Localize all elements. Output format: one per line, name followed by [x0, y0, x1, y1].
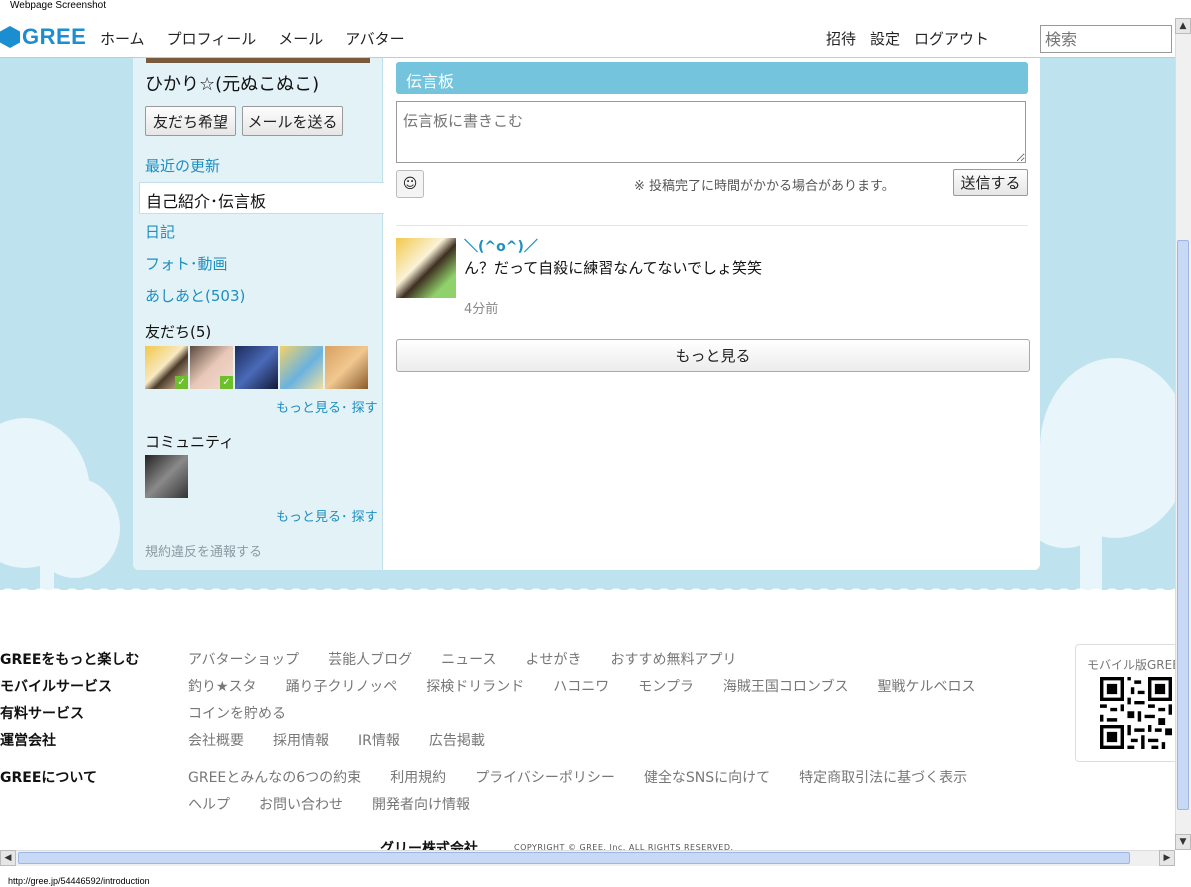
sidebar-item-label: 自己紹介･伝言板 [146, 192, 267, 211]
horizontal-scroll-thumb[interactable] [18, 852, 1130, 864]
board-message-input[interactable] [396, 101, 1026, 163]
qr-title: モバイル版GREE [1087, 658, 1180, 672]
footer-link[interactable]: お問い合わせ [259, 794, 343, 814]
nav-mail[interactable]: メール [278, 28, 323, 49]
footer-link[interactable]: 聖戦ケルベロス [877, 676, 975, 696]
footer-link[interactable]: モンプラ [638, 676, 694, 696]
footer-link[interactable]: 利用規約 [390, 767, 446, 787]
friend-avatar[interactable]: ✓ [190, 346, 233, 389]
community-thumbnail[interactable] [145, 455, 188, 498]
post-author-avatar[interactable] [396, 238, 456, 298]
grass [0, 590, 1175, 620]
footer-row: GREEをもっと楽しむ アバターショップ 芸能人ブログ ニュース よせがき おす… [0, 649, 736, 669]
profile-name: ひかり☆(元ぬこぬこ) [145, 74, 320, 95]
account-nav: 招待 設定 ログアウト [826, 28, 989, 49]
footer-row: ヘルプ お問い合わせ 開発者向け情報 [0, 794, 470, 814]
footer-heading: 有料サービス [0, 706, 84, 722]
footer-link[interactable]: アバターショップ [188, 649, 299, 669]
footer-link[interactable]: IR情報 [358, 730, 400, 750]
screenshot-label: Webpage Screenshot [10, 0, 106, 11]
logo-text: GREE [22, 24, 87, 49]
report-violation-link[interactable]: 規約違反を通報する [145, 541, 262, 560]
footer-row: 有料サービス コインを貯める [0, 703, 286, 723]
scroll-right-arrow-icon[interactable]: ▶ [1159, 850, 1175, 866]
footer-row: 運営会社 会社概要 採用情報 IR情報 広告掲載 [0, 730, 485, 750]
footer-link[interactable]: ハコニワ [553, 676, 609, 696]
divider [396, 225, 1028, 226]
send-mail-button[interactable]: メールを送る [242, 106, 343, 136]
footer-heading: GREEについて [0, 770, 97, 786]
post-message: ん？だって自殺に練習なんてないでしょ笑笑 [464, 259, 763, 277]
nav-avatar[interactable]: アバター [345, 28, 404, 49]
footer-link[interactable]: コインを貯める [188, 703, 286, 723]
vertical-scroll-thumb[interactable] [1177, 240, 1189, 810]
footer-heading: 運営会社 [0, 733, 56, 749]
sidebar-item-recent-updates[interactable]: 最近の更新 [145, 155, 220, 176]
nav-profile[interactable]: プロフィール [167, 28, 257, 49]
nav-settings[interactable]: 設定 [870, 28, 900, 49]
footer-link[interactable]: 特定商取引法に基づく表示 [799, 767, 967, 787]
friend-avatar[interactable] [280, 346, 323, 389]
status-bar-url: http://gree.jp/54446592/introduction [8, 876, 150, 886]
top-header: GREE ホーム プロフィール メール アバター 招待 設定 ログアウト [0, 18, 1175, 58]
nav-invite[interactable]: 招待 [826, 28, 856, 49]
footer-link[interactable]: 探検ドリランド [426, 676, 524, 696]
footer-link[interactable]: 広告掲載 [429, 730, 485, 750]
friends-heading: 友だち(5) [145, 323, 212, 341]
community-heading: コミュニティ [145, 433, 235, 451]
verified-check-icon: ✓ [175, 376, 188, 389]
footer-link[interactable]: 開発者向け情報 [372, 794, 470, 814]
post-timestamp: 4分前 [464, 302, 499, 317]
footer-heading: GREEをもっと楽しむ [0, 652, 140, 668]
footer-link[interactable]: GREEとみんなの6つの約束 [188, 767, 361, 787]
scroll-left-arrow-icon[interactable]: ◀ [0, 850, 16, 866]
gree-hex-icon [0, 26, 20, 48]
friend-avatar[interactable] [235, 346, 278, 389]
footer-link[interactable]: 健全なSNSに向けて [644, 767, 770, 787]
friends-more-link[interactable]: もっと見る･ 探す [276, 397, 378, 416]
friend-avatar[interactable]: ✓ [145, 346, 188, 389]
scroll-up-arrow-icon[interactable]: ▲ [1175, 18, 1191, 34]
friend-request-button[interactable]: 友だち希望 [145, 106, 236, 136]
qr-code-icon [1100, 677, 1172, 749]
load-more-button[interactable]: もっと見る [396, 339, 1030, 372]
board-title: 伝言板 [396, 62, 1028, 94]
footer-link[interactable]: 釣り★スタ [188, 676, 257, 696]
nav-home[interactable]: ホーム [100, 28, 145, 49]
sidebar-item-photo-video[interactable]: フォト･動画 [145, 253, 228, 274]
footer-link[interactable]: よせがき [525, 649, 581, 669]
gree-logo[interactable]: GREE [0, 24, 86, 50]
profile-photo[interactable] [146, 58, 370, 63]
nav-logout[interactable]: ログアウト [914, 28, 989, 49]
send-button[interactable]: 送信する [953, 169, 1028, 196]
footer-link[interactable]: 海賊王国コロンブス [723, 676, 849, 696]
footer-link[interactable]: ニュース [441, 649, 496, 669]
footer-link[interactable]: ヘルプ [188, 794, 230, 814]
post-author-name[interactable]: ＼(^o^)／ [464, 236, 538, 256]
footer-row: モバイルサービス 釣り★スタ 踊り子クリノッペ 探検ドリランド ハコニワ モンプ… [0, 676, 975, 696]
footer-link[interactable]: おすすめ無料アプリ [610, 649, 736, 669]
community-more-link[interactable]: もっと見る･ 探す [276, 506, 378, 525]
main-nav: ホーム プロフィール メール アバター [100, 28, 405, 49]
posting-notice: ※ 投稿完了に時間がかかる場合があります。 [634, 179, 895, 194]
sidebar-item-diary[interactable]: 日記 [145, 221, 175, 242]
search-input[interactable] [1040, 25, 1172, 53]
smiley-icon: ☺ [402, 176, 418, 192]
stamp-picker-button[interactable]: ☺ [396, 170, 424, 198]
sidebar-item-intro-board[interactable]: 自己紹介･伝言板 [139, 182, 384, 214]
footer-link[interactable]: プライバシーポリシー [475, 767, 615, 787]
verified-check-icon: ✓ [220, 376, 233, 389]
footer-heading: モバイルサービス [0, 679, 112, 695]
footer-link[interactable]: 採用情報 [273, 730, 329, 750]
sidebar-item-footprints[interactable]: あしあと(503) [145, 285, 245, 306]
footer-link[interactable]: 芸能人ブログ [328, 649, 412, 669]
footer-link[interactable]: 会社概要 [188, 730, 244, 750]
scroll-down-arrow-icon[interactable]: ▼ [1175, 834, 1191, 850]
friend-avatar[interactable] [325, 346, 368, 389]
footer-row: GREEについて GREEとみんなの6つの約束 利用規約 プライバシーポリシー … [0, 767, 967, 787]
footer-link[interactable]: 踊り子クリノッペ [286, 676, 398, 696]
